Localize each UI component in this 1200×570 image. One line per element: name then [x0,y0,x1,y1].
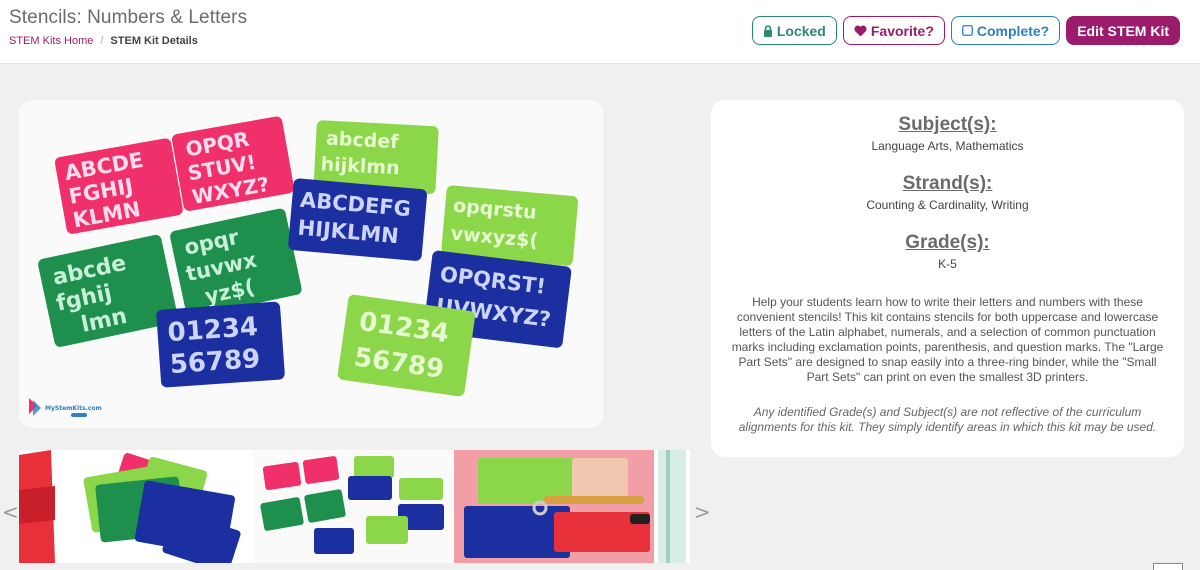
thumbnail-0[interactable] [19,450,55,563]
thumbnails-prev-arrow[interactable]: < [2,500,19,524]
thumbnail-strip [19,450,690,563]
edit-stem-kit-button[interactable]: Edit STEM Kit [1066,16,1180,45]
checkbox-icon [961,25,973,36]
svg-text:hijklmn: hijklmn [320,153,400,179]
grade-value: K-5 [938,257,957,271]
thumbnail-3[interactable] [454,450,654,563]
favorite-button[interactable]: Favorite? [842,16,945,45]
kit-info-card: Subject(s): Language Arts, Mathematics S… [711,100,1184,457]
subject-value: Language Arts, Mathematics [871,139,1024,153]
stencil-blue-numbers: 01234 56789 [156,301,285,388]
locked-label: Locked [776,22,826,39]
kit-description: Help your students learn how to write th… [731,295,1164,384]
stencil-blue-uppercase-1: ABCDEFG HIJKLMN [288,178,427,261]
lock-icon [763,24,772,37]
breadcrumb-current: STEM Kit Details [110,35,198,47]
strand-value: Counting & Cardinality, Writing [866,198,1029,212]
stencil-lime-numbers: 01234 56789 [337,294,475,397]
heart-icon [854,25,867,36]
scroll-to-top-button[interactable] [1153,563,1183,570]
favorite-label: Favorite? [870,22,934,39]
locked-button[interactable]: Locked [751,16,837,45]
alignment-disclaimer: Any identified Grade(s) and Subject(s) a… [738,405,1157,434]
svg-text:01234: 01234 [167,312,259,348]
svg-text:MyStemKits.com: MyStemKits.com [45,405,102,412]
breadcrumb-home-link[interactable]: STEM Kits Home [9,35,93,47]
svg-text:56789: 56789 [169,344,261,380]
complete-label: Complete? [976,22,1050,39]
strand-heading: Strand(s): [902,173,993,194]
header-actions: Locked Favorite? Complete? Edit STEM Kit [751,16,1180,45]
page-title: Stencils: Numbers & Letters [9,7,248,28]
page-header: Stencils: Numbers & Letters STEM Kits Ho… [0,0,1200,64]
thumbnail-2[interactable] [254,450,454,563]
grade-heading: Grade(s): [905,232,990,253]
main-product-image[interactable]: ABCDE FGHIJ KLMN OPQR STUV! WXYZ? abcdef… [19,100,603,428]
thumbnail-1[interactable] [55,450,254,563]
thumbnail-4[interactable] [654,450,690,563]
subject-heading: Subject(s): [898,114,997,135]
thumbnails-next-arrow[interactable]: > [694,500,711,524]
complete-button[interactable]: Complete? [950,16,1061,45]
svg-text:abcdef: abcdef [325,128,399,154]
breadcrumb: STEM Kits Home / STEM Kit Details [9,35,198,47]
breadcrumb-separator: / [100,35,104,47]
